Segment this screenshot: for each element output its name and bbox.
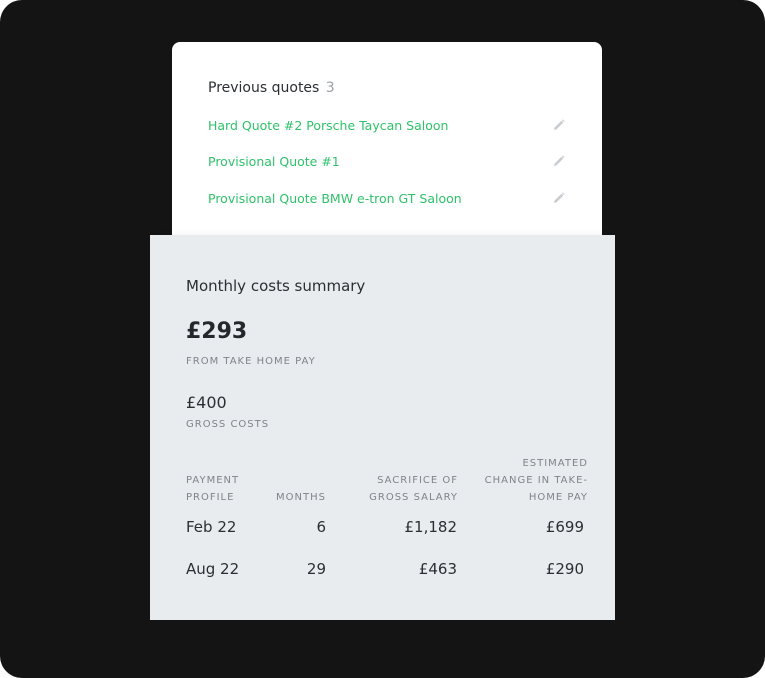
quote-link[interactable]: Provisional Quote BMW e-tron GT Saloon [208, 191, 462, 206]
previous-quotes-card: Previous quotes 3 Hard Quote #2 Porsche … [172, 42, 602, 252]
summary-title: Monthly costs summary [186, 277, 366, 295]
column-header-payment-profile: PAYMENT PROFILE [186, 475, 240, 503]
pencil-icon[interactable] [552, 118, 566, 132]
gross-amount: £400 [186, 393, 227, 412]
table-cell-sacrifice: £1,182 [404, 518, 458, 536]
table-cell-change: £290 [545, 560, 584, 578]
column-header-sacrifice: SACRIFICE OF GROSS SALARY [369, 475, 458, 503]
previous-quotes-title: Previous quotes 3 [208, 80, 335, 96]
previous-quotes-label: Previous quotes [208, 80, 320, 96]
table-cell-profile: Aug 22 [186, 560, 240, 578]
gross-label: GROSS COSTS [186, 419, 270, 430]
pencil-icon[interactable] [552, 154, 566, 168]
quote-item[interactable]: Provisional Quote BMW e-tron GT Saloon [208, 189, 566, 211]
quote-link[interactable]: Hard Quote #2 Porsche Taycan Saloon [208, 118, 448, 133]
quote-item[interactable]: Provisional Quote #1 [208, 152, 566, 174]
monthly-costs-summary-card: Monthly costs summary £293 FROM TAKE HOM… [150, 235, 615, 620]
table-cell-change: £699 [545, 518, 584, 536]
previous-quotes-count: 3 [325, 80, 335, 96]
column-header-estimated-change: ESTIMATED CHANGE IN TAKE- HOME PAY [484, 458, 588, 503]
table-cell-sacrifice: £463 [418, 560, 457, 578]
table-cell-months: 6 [316, 518, 326, 536]
quote-link[interactable]: Provisional Quote #1 [208, 154, 340, 169]
table-cell-profile: Feb 22 [186, 518, 237, 536]
app-frame: Previous quotes 3 Hard Quote #2 Porsche … [0, 0, 765, 678]
pencil-icon[interactable] [552, 191, 566, 205]
column-header-months: MONTHS [276, 492, 326, 503]
take-home-label: FROM TAKE HOME PAY [186, 356, 316, 367]
table-cell-months: 29 [306, 560, 326, 578]
take-home-amount: £293 [186, 319, 248, 344]
quote-item[interactable]: Hard Quote #2 Porsche Taycan Saloon [208, 116, 566, 138]
